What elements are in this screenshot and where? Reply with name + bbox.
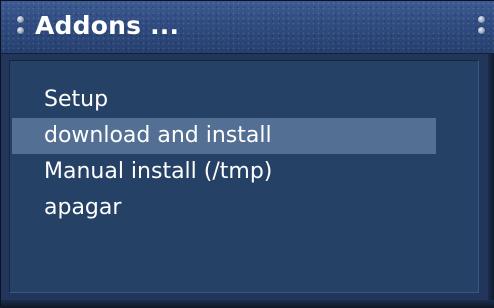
screw-decoration-right [477, 16, 487, 36]
menu-item-label: Setup [44, 87, 109, 112]
window-title: Addons ... [35, 11, 180, 40]
menu-item-manual-install[interactable]: Manual install (/tmp) [12, 154, 436, 190]
title-bar: Addons ... [1, 1, 494, 54]
menu-item-label: Manual install (/tmp) [44, 159, 273, 184]
menu-item-label: apagar [44, 195, 122, 220]
menu-item-setup[interactable]: Setup [12, 82, 436, 118]
screw-decoration-left [16, 16, 26, 36]
window-shadow-right [488, 54, 494, 308]
menu-panel: Setup download and install Manual instal… [9, 60, 479, 293]
menu-item-label: download and install [44, 123, 272, 148]
addons-window: Addons ... Setup download and install Ma… [0, 0, 494, 308]
addons-menu: Setup download and install Manual instal… [10, 82, 478, 226]
menu-item-apagar[interactable]: apagar [12, 190, 436, 226]
menu-item-download-and-install[interactable]: download and install [12, 118, 436, 154]
